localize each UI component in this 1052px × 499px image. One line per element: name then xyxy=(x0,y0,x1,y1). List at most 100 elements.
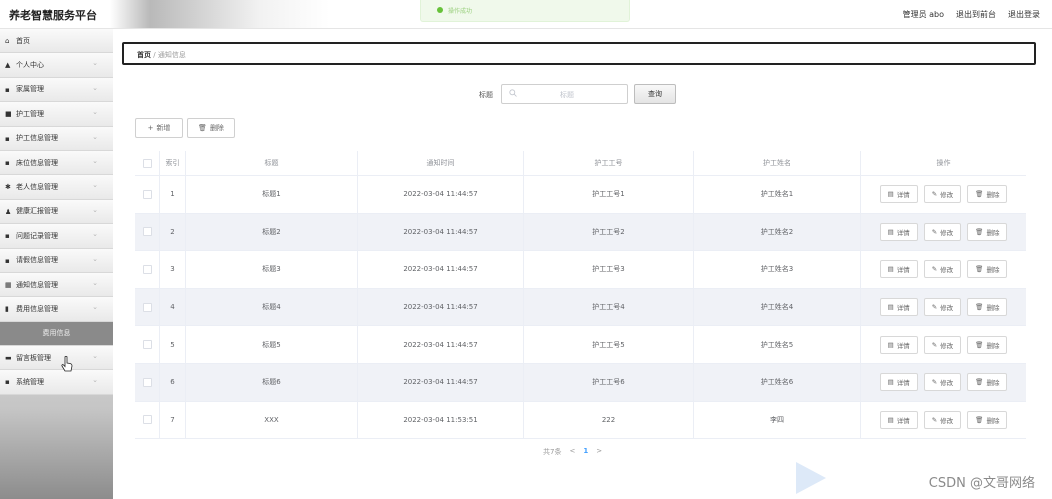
sidebar-item-12[interactable]: 费用信息 xyxy=(0,321,113,347)
sidebar-item-label: 费用信息管理 xyxy=(16,304,58,313)
sidebar-item-13[interactable]: ▬ 留言板管理 ⌄ xyxy=(0,346,113,371)
document-icon: ▤ xyxy=(887,415,894,424)
detail-button[interactable]: ▤ 详情 xyxy=(879,185,918,204)
delete-button-label: 删除 xyxy=(986,341,1000,350)
logout-link[interactable]: 退出登录 xyxy=(1008,9,1040,20)
row-checkbox[interactable] xyxy=(142,340,152,350)
detail-button[interactable]: ▤ 详情 xyxy=(879,298,918,317)
sidebar-item-5[interactable]: ▪ 床位信息管理 ⌄ xyxy=(0,150,113,176)
sidebar-item-label: 问题记录管理 xyxy=(16,231,58,240)
delete-button[interactable]: 🗑 删除 xyxy=(967,410,1008,429)
sidebar-item-label: 老人信息管理 xyxy=(16,183,58,192)
chevron-down-icon: ⌄ xyxy=(92,108,98,117)
cell-title: XXX xyxy=(186,401,358,439)
prev-page-button[interactable]: < xyxy=(569,447,575,457)
row-checkbox[interactable] xyxy=(142,227,152,237)
row-checkbox[interactable] xyxy=(142,189,152,199)
pagination: 共7条 < 1 > xyxy=(543,447,602,457)
document-icon: ▤ xyxy=(887,340,894,349)
sidebar-item-7[interactable]: ♟ 健康汇报管理 ⌄ xyxy=(0,199,113,225)
cell-actions: ▤ 详情 ✎ 修改 🗑 删除 xyxy=(861,176,1026,213)
search-input[interactable]: 标题 xyxy=(501,84,628,104)
row-select-cell xyxy=(135,288,160,326)
delete-button[interactable]: 🗑 删除 xyxy=(967,260,1008,279)
delete-button[interactable]: 🗑 删除 xyxy=(967,373,1008,392)
cell-time: 2022-03-04 11:44:57 xyxy=(358,176,524,213)
breadcrumb-box: 首页 / 通知信息 xyxy=(122,42,1036,65)
sidebar-item-label: 费用信息 xyxy=(42,329,71,338)
delete-button-label: 删除 xyxy=(986,416,1000,425)
row-checkbox[interactable] xyxy=(142,264,152,274)
row-select-cell xyxy=(135,326,160,363)
edit-button[interactable]: ✎ 修改 xyxy=(923,410,962,429)
sidebar-item-3[interactable]: ■ 护工管理 ⌄ xyxy=(0,102,113,127)
delete-button[interactable]: 🗑 删除 xyxy=(967,298,1008,317)
delete-button[interactable]: 🗑 删除 xyxy=(967,335,1008,354)
breadcrumb-separator: / xyxy=(153,51,156,59)
delete-button[interactable]: 🗑 删除 xyxy=(967,185,1008,204)
user-label: 管理员 abo xyxy=(902,10,944,19)
sidebar-item-4[interactable]: ▪ 护工信息管理 ⌄ xyxy=(0,126,113,151)
cell-index: 4 xyxy=(160,288,186,326)
trash-icon: 🗑 xyxy=(975,415,984,424)
page-number-current[interactable]: 1 xyxy=(583,447,588,457)
sidebar-item-6[interactable]: ✱ 老人信息管理 ⌄ xyxy=(0,175,113,200)
edit-button[interactable]: ✎ 修改 xyxy=(923,298,962,317)
square-icon: ■ xyxy=(5,110,12,119)
edit-button-label: 修改 xyxy=(940,191,954,200)
row-checkbox[interactable] xyxy=(142,415,152,425)
delete-button-label: 删除 xyxy=(986,379,1000,388)
sidebar-item-label: 请假信息管理 xyxy=(16,256,58,265)
edit-button[interactable]: ✎ 修改 xyxy=(923,260,962,279)
edit-button[interactable]: ✎ 修改 xyxy=(923,335,962,354)
batch-delete-button[interactable]: 🗑 删除 xyxy=(187,118,235,138)
detail-button[interactable]: ▤ 详情 xyxy=(879,335,918,354)
cell-time: 2022-03-04 11:44:57 xyxy=(358,251,524,288)
document-icon: ▤ xyxy=(887,265,894,274)
sidebar-item-9[interactable]: ▪ 请假信息管理 ⌄ xyxy=(0,248,113,273)
detail-button[interactable]: ▤ 详情 xyxy=(879,410,918,429)
select-all-checkbox[interactable] xyxy=(142,158,152,168)
row-checkbox[interactable] xyxy=(142,302,152,312)
edit-button-label: 修改 xyxy=(940,416,954,425)
cell-time: 2022-03-04 11:44:57 xyxy=(358,288,524,326)
edit-button[interactable]: ✎ 修改 xyxy=(923,185,962,204)
edit-button[interactable]: ✎ 修改 xyxy=(923,373,962,392)
breadcrumb-home[interactable]: 首页 xyxy=(137,51,151,59)
sidebar-item-1[interactable]: ▲ 个人中心 ⌄ xyxy=(0,53,113,78)
table-header-row: 索引 标题 通知时间 护工工号 护工姓名 操作 xyxy=(135,151,1026,176)
sidebar-item-14[interactable]: ▪ 系统管理 ⌄ xyxy=(0,370,113,395)
row-checkbox[interactable] xyxy=(142,377,152,387)
add-button[interactable]: + 新增 xyxy=(135,118,183,138)
next-page-button[interactable]: > xyxy=(596,447,602,457)
sidebar-item-8[interactable]: ▪ 问题记录管理 ⌄ xyxy=(0,224,113,249)
sidebar-item-label: 首页 xyxy=(16,36,30,45)
query-button[interactable]: 查询 xyxy=(634,84,676,104)
document-icon: ▤ xyxy=(887,303,894,312)
pencil-icon: ✎ xyxy=(931,378,938,387)
sidebar-item-10[interactable]: ▦ 通知信息管理 ⌄ xyxy=(0,272,113,298)
edit-button[interactable]: ✎ 修改 xyxy=(923,222,962,241)
document-icon: ▤ xyxy=(887,227,894,236)
detail-button[interactable]: ▤ 详情 xyxy=(879,222,918,241)
col-header-actions: 操作 xyxy=(936,159,951,167)
sidebar-item-label: 护工信息管理 xyxy=(16,134,58,143)
back-to-front-link[interactable]: 退出到前台 xyxy=(956,9,996,20)
cell-worker-id: 护工工号4 xyxy=(524,288,694,326)
sidebar-item-0[interactable]: ⌂ 首页 xyxy=(0,29,113,54)
delete-button[interactable]: 🗑 删除 xyxy=(967,222,1008,241)
cell-worker-name: 护工姓名6 xyxy=(694,363,861,401)
row-select-cell xyxy=(135,251,160,288)
cell-title: 标题5 xyxy=(186,326,358,363)
detail-button-label: 详情 xyxy=(896,228,910,237)
chevron-down-icon: ⌄ xyxy=(92,156,98,165)
success-icon xyxy=(437,7,443,13)
watermark-text: CSDN @文哥网络 xyxy=(928,476,1035,491)
cell-worker-id: 222 xyxy=(524,401,694,439)
detail-button[interactable]: ▤ 详情 xyxy=(879,373,918,392)
app-title: 养老智慧服务平台 xyxy=(9,9,97,22)
cell-index: 1 xyxy=(160,176,186,213)
sidebar-item-11[interactable]: ▮ 费用信息管理 ⌄ xyxy=(0,297,113,322)
sidebar-item-2[interactable]: ▪ 家属管理 ⌄ xyxy=(0,77,113,103)
detail-button[interactable]: ▤ 详情 xyxy=(879,260,918,279)
